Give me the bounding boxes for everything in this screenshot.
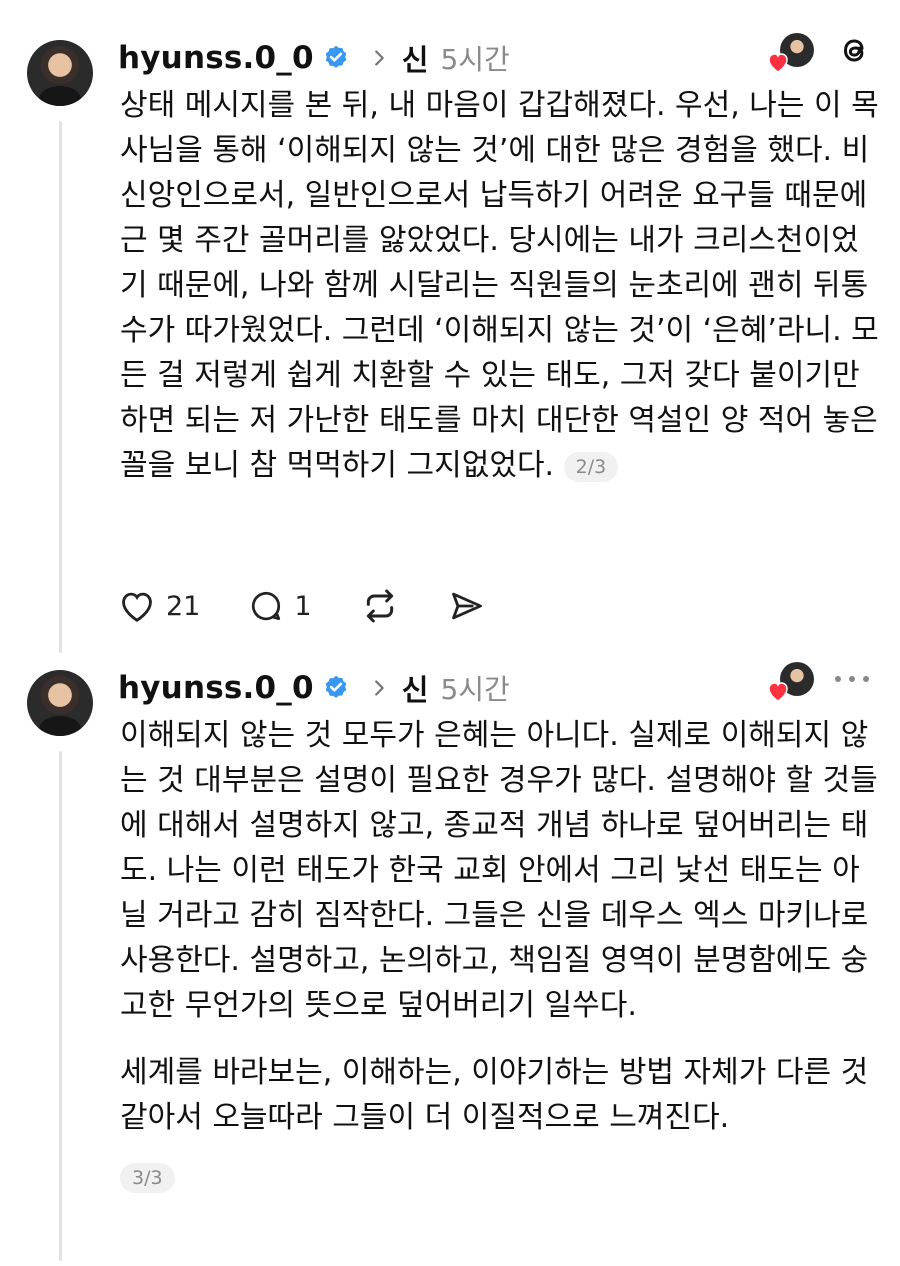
post-time: 5시간 — [440, 43, 510, 76]
reply-icon — [252, 591, 281, 621]
post-header: hyunss.0_0 신 5시간 — [118, 38, 510, 78]
verified-badge-icon — [325, 45, 347, 68]
repost-button[interactable] — [360, 586, 400, 626]
reply-to-username[interactable]: 신 — [402, 37, 429, 79]
post-time: 5시간 — [440, 673, 510, 706]
thread-connector-line — [59, 751, 62, 1261]
author-avatar[interactable] — [27, 670, 93, 736]
more-icon[interactable] — [832, 673, 872, 685]
repost-icon — [366, 589, 393, 623]
page-indicator: 3/3 — [120, 1162, 175, 1193]
share-button[interactable] — [448, 587, 486, 625]
verified-badge-icon — [325, 675, 347, 698]
threads-logo-icon[interactable] — [836, 32, 872, 68]
author-avatar[interactable] — [27, 40, 93, 106]
post-header-right — [768, 32, 872, 73]
thread-post-1: hyunss.0_0 신 5시간 상태 메시지를 본 뒤, 내 마음이 갑갑해졌… — [0, 26, 900, 653]
post-body: 이해되지 않는 것 모두가 은혜는 아니다. 실제로 이해되지 않는 것 대부분… — [120, 713, 880, 1199]
heart-icon — [768, 53, 788, 73]
username[interactable]: hyunss.0_0 — [118, 670, 314, 706]
reply-button[interactable]: 1 — [248, 588, 312, 624]
heart-icon — [122, 592, 152, 622]
post-body: 상태 메시지를 본 뒤, 내 마음이 갑갑해졌다. 우선, 나는 이 목사님을 … — [120, 83, 880, 488]
liked-by-avatar[interactable] — [768, 662, 814, 702]
username[interactable]: hyunss.0_0 — [118, 40, 314, 76]
thread-post-2: hyunss.0_0 신 5시간 이해되지 않는 것 모두가 은혜는 아니다. … — [0, 656, 900, 1266]
share-icon — [451, 592, 482, 620]
post-paragraph: 세계를 바라보는, 이해하는, 이야기하는 방법 자체가 다른 것 같아서 오늘… — [120, 1055, 869, 1135]
heart-icon — [768, 682, 788, 702]
like-button[interactable]: 21 — [118, 588, 200, 624]
page-indicator: 2/3 — [563, 451, 619, 482]
post-header: hyunss.0_0 신 5시간 — [118, 668, 510, 708]
liked-by-avatar[interactable] — [768, 33, 814, 73]
reply-to-username[interactable]: 신 — [402, 667, 429, 709]
chevron-right-icon — [374, 680, 384, 696]
post-header-right — [768, 662, 872, 702]
post-actions: 21 1 — [118, 586, 534, 626]
reply-count: 1 — [294, 590, 312, 622]
post-paragraph: 상태 메시지를 본 뒤, 내 마음이 갑갑해졌다. 우선, 나는 이 목사님을 … — [120, 88, 879, 483]
like-count: 21 — [166, 590, 201, 622]
thread-connector-line — [59, 121, 62, 653]
post-paragraph: 이해되지 않는 것 모두가 은혜는 아니다. 실제로 이해되지 않는 것 대부분… — [120, 718, 878, 1023]
chevron-right-icon — [374, 50, 384, 66]
